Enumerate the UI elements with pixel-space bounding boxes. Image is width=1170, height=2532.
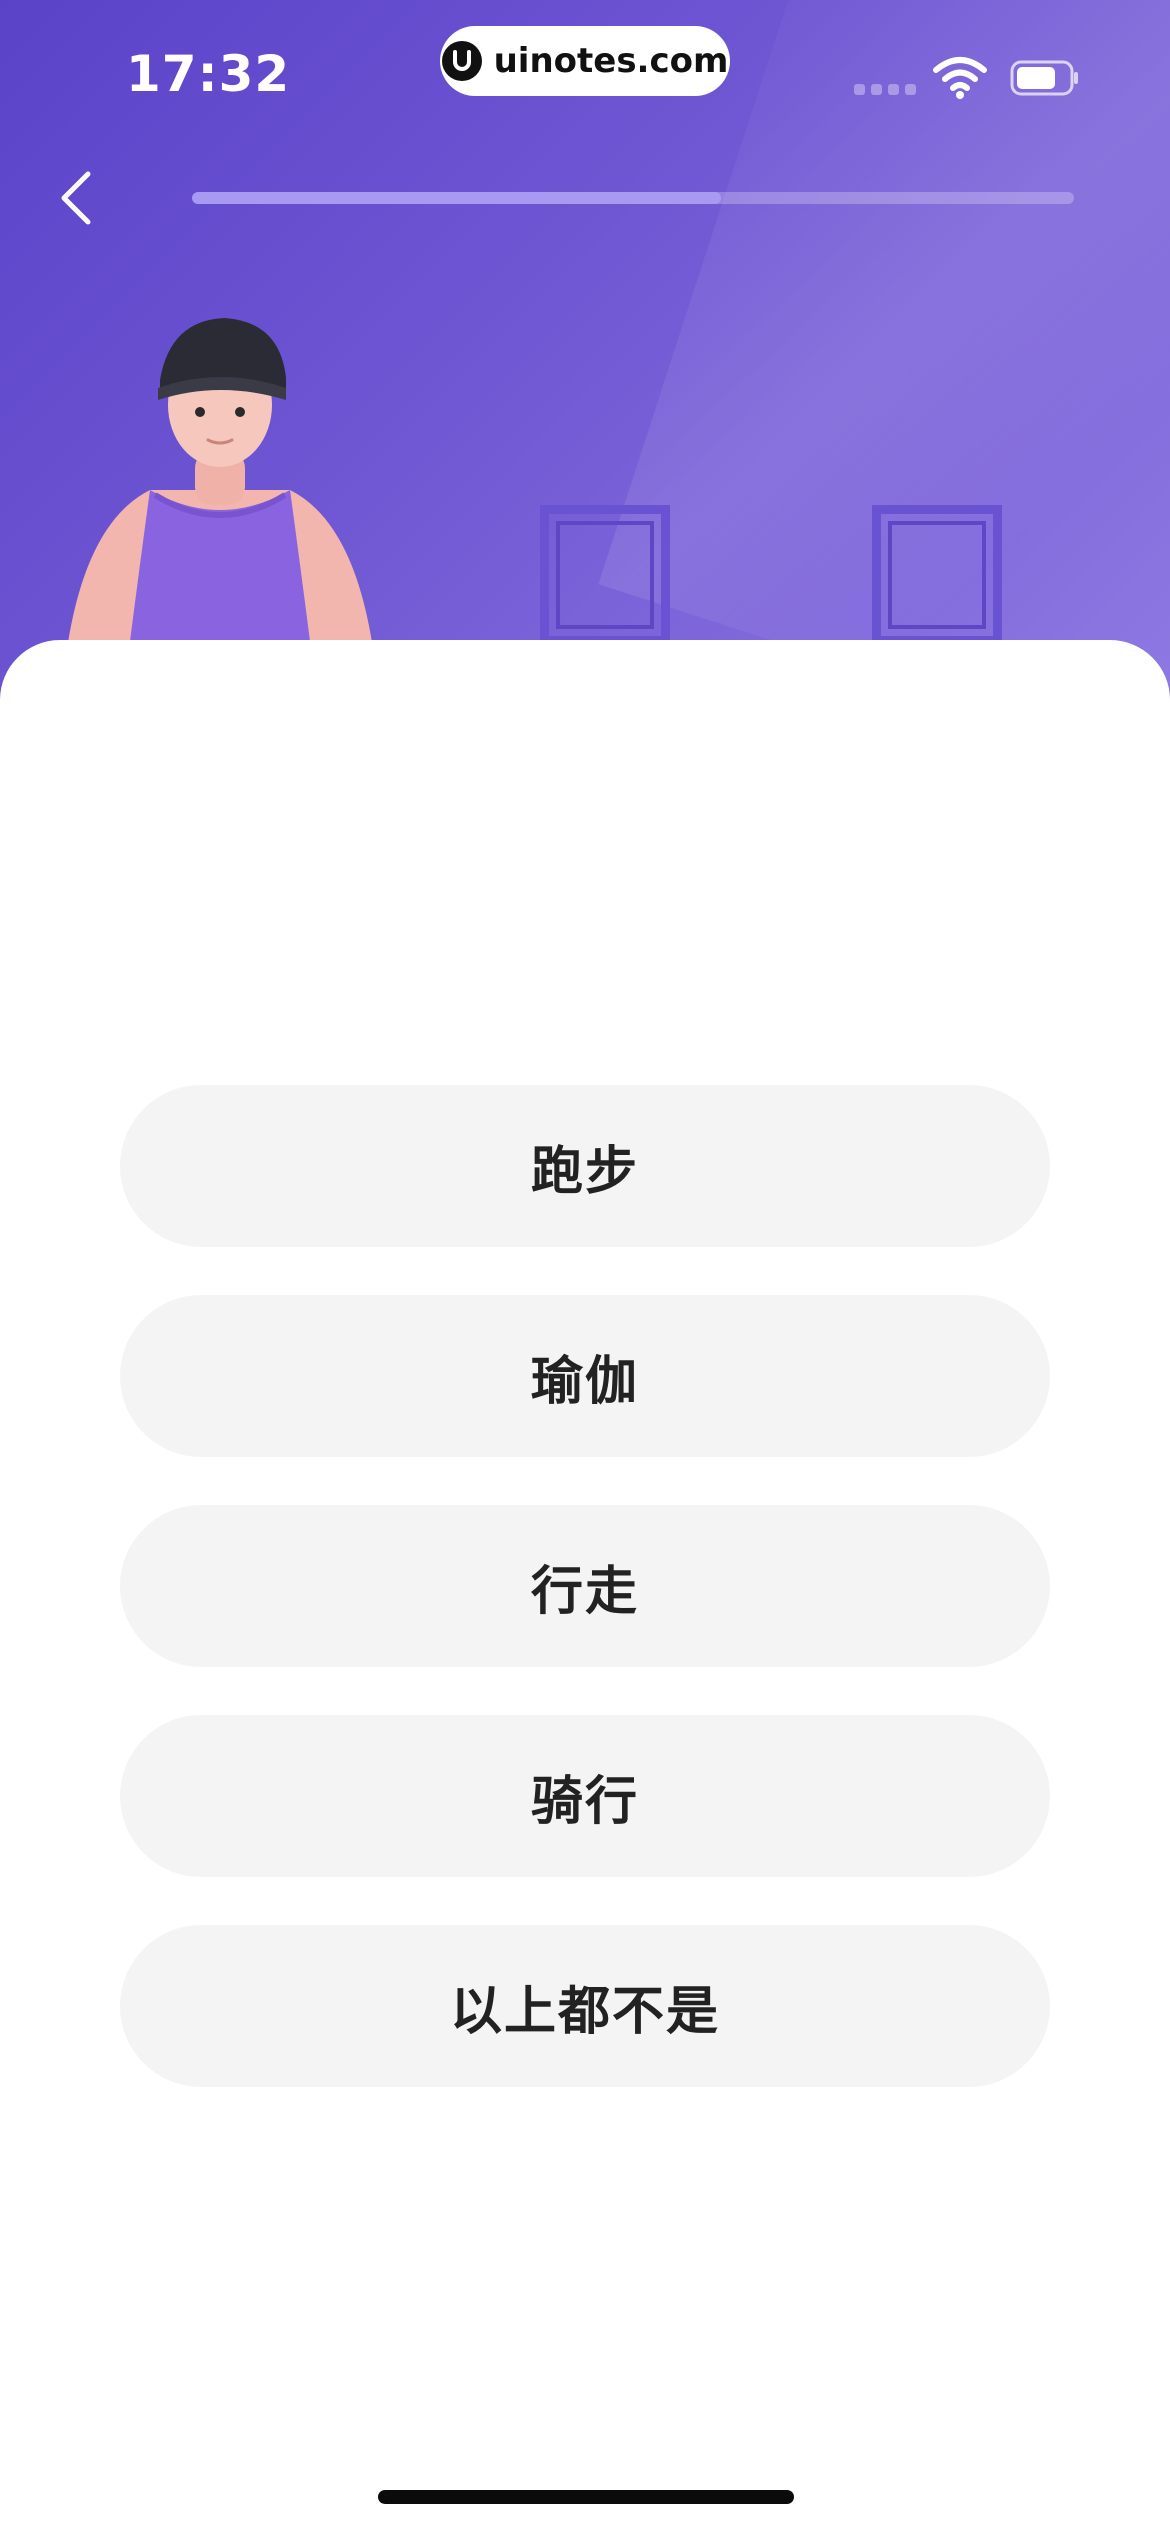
signal-icon: [854, 84, 916, 95]
option-yoga[interactable]: 瑜伽: [120, 1295, 1050, 1457]
status-time: 17:32: [126, 45, 291, 103]
option-list: 跑步 瑜伽 行走 骑行 以上都不是: [120, 1085, 1050, 2087]
watermark-text: uinotes.com: [493, 41, 729, 81]
uinotes-logo-icon: [441, 41, 482, 81]
option-none-of-above[interactable]: 以上都不是: [120, 1925, 1050, 2087]
home-indicator[interactable]: [378, 2490, 794, 2504]
option-walking[interactable]: 行走: [120, 1505, 1050, 1667]
hero-illustration: 17:32 uinotes.com: [0, 0, 1170, 700]
back-button[interactable]: [44, 160, 108, 236]
progress-bar: [192, 192, 1074, 204]
wall-frame: [540, 505, 670, 645]
option-running[interactable]: 跑步: [120, 1085, 1050, 1247]
chevron-left-icon: [61, 171, 91, 225]
battery-icon: [1010, 60, 1078, 96]
option-cycling[interactable]: 骑行: [120, 1715, 1050, 1877]
wall-frame: [872, 505, 1002, 645]
wifi-icon: [933, 57, 987, 99]
watermark-pill: uinotes.com: [440, 26, 730, 96]
progress-fill: [192, 192, 722, 204]
